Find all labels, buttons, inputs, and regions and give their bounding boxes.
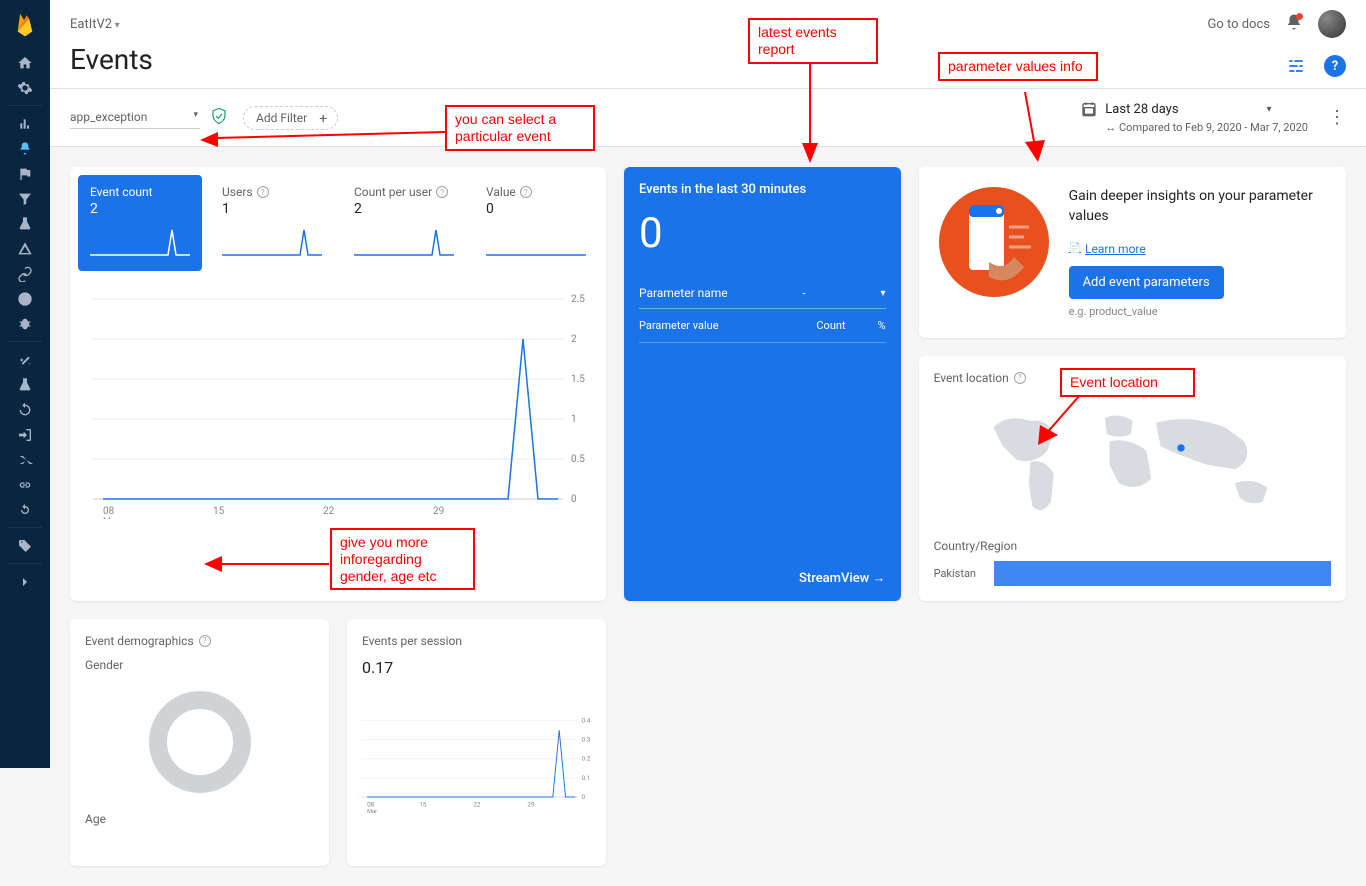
firebase-logo[interactable]: [0, 0, 50, 50]
svg-text:2: 2: [571, 334, 577, 345]
sidebar-funnel-icon[interactable]: [0, 186, 50, 211]
svg-text:0.5: 0.5: [571, 454, 585, 465]
svg-text:29: 29: [527, 800, 535, 808]
parameter-name-select[interactable]: Parameter name - ▾: [639, 278, 886, 309]
main-line-chart: 2.5 2 1.5 1 0.5 0 08 15 22 29 Mar: [70, 279, 606, 538]
svg-text:0.3: 0.3: [581, 735, 590, 743]
add-filter-button[interactable]: Add Filter: [243, 106, 338, 130]
realtime-title: Events in the last 30 minutes: [639, 182, 886, 197]
project-selector[interactable]: EatItV2: [70, 17, 120, 32]
gender-label: Gender: [85, 658, 314, 672]
realtime-count: 0: [639, 209, 886, 258]
svg-text:0: 0: [571, 494, 577, 505]
annotation-select-event: you can select a particular event: [445, 105, 595, 151]
event-demographics-card: Event demographics ? Gender Age: [70, 619, 329, 866]
svg-text:Mar: Mar: [103, 517, 119, 519]
svg-text:0.2: 0.2: [581, 754, 590, 762]
sidebar-sync-icon[interactable]: [0, 397, 50, 422]
svg-text:1.5: 1.5: [571, 374, 585, 385]
svg-text:22: 22: [323, 506, 335, 517]
header: EatItV2 Go to docs Events ?: [50, 0, 1366, 88]
add-event-parameters-button[interactable]: Add event parameters: [1069, 266, 1224, 299]
sidebar-analytics-icon[interactable]: [0, 111, 50, 136]
metric-count-per-user[interactable]: Count per user ? 2: [342, 175, 466, 271]
svg-text:0.4: 0.4: [581, 716, 590, 724]
sidebar-wand-icon[interactable]: [0, 347, 50, 372]
sidebar-tag-icon[interactable]: [0, 533, 50, 558]
svg-text:Mar: Mar: [367, 809, 377, 815]
country-row: Pakistan: [934, 561, 1331, 586]
svg-text:1: 1: [571, 414, 577, 425]
sidebar-clock-icon[interactable]: [0, 286, 50, 311]
svg-text:15: 15: [419, 800, 427, 808]
sidebar-flag-icon[interactable]: [0, 161, 50, 186]
sidebar-shuffle-icon[interactable]: [0, 447, 50, 472]
example-text: e.g. product_value: [1069, 305, 1326, 318]
date-range-picker[interactable]: Last 28 days ▾ Compared to Feb 9, 2020 -…: [1081, 101, 1308, 134]
metric-users[interactable]: Users ? 1: [210, 175, 334, 271]
sidebar-chain-icon[interactable]: [0, 472, 50, 497]
parameter-insights-card: Gain deeper insights on your parameter v…: [919, 167, 1346, 338]
sidebar-events-icon[interactable]: [0, 136, 50, 161]
svg-text:29: 29: [433, 506, 444, 517]
more-menu-icon[interactable]: ⋮: [1328, 107, 1346, 128]
event-select[interactable]: app_exception: [70, 106, 200, 129]
country-region-header: Country/Region: [934, 539, 1331, 553]
learn-more-link[interactable]: Learn more: [1069, 242, 1146, 256]
annotation-event-location: Event location: [1060, 368, 1195, 397]
realtime-events-card: Events in the last 30 minutes 0 Paramete…: [624, 167, 901, 601]
sidebar-debug-icon[interactable]: [0, 311, 50, 336]
events-per-session-card: Events per session 0.17 0.4 0.3 0.2 0.1 …: [347, 619, 606, 866]
phone-illustration-icon: [939, 187, 1049, 297]
shield-icon: [210, 107, 228, 129]
annotation-demographics: give you more inforegarding gender, age …: [330, 528, 475, 590]
sidebar-refresh-icon[interactable]: [0, 497, 50, 522]
parameter-table-header: Parameter value Count %: [639, 309, 886, 343]
help-icon[interactable]: ?: [1324, 55, 1346, 77]
svg-text:15: 15: [213, 506, 225, 517]
sidebar-login-icon[interactable]: [0, 422, 50, 447]
svg-text:08: 08: [367, 800, 375, 808]
insights-title: Gain deeper insights on your parameter v…: [1069, 187, 1326, 226]
svg-text:2.5: 2.5: [571, 294, 585, 305]
user-avatar[interactable]: [1318, 10, 1346, 38]
sidebar-expand-icon[interactable]: [0, 569, 50, 594]
page-title: Events: [70, 43, 1346, 88]
world-map[interactable]: [934, 395, 1331, 525]
date-range-label: Last 28 days: [1105, 102, 1178, 117]
sidebar-beaker-icon[interactable]: [0, 236, 50, 261]
go-to-docs-link[interactable]: Go to docs: [1207, 17, 1270, 32]
sidebar-flask-icon[interactable]: [0, 372, 50, 397]
session-label: Events per session: [362, 634, 591, 648]
demographics-label: Event demographics ?: [85, 634, 314, 648]
svg-text:0.1: 0.1: [581, 773, 590, 781]
filter-bar: app_exception Add Filter Last 28 days ▾ …: [50, 88, 1366, 147]
sidebar: [0, 0, 50, 768]
sidebar-home-icon[interactable]: [0, 50, 50, 75]
session-value: 0.17: [362, 658, 591, 677]
sidebar-settings-icon[interactable]: [0, 75, 50, 100]
session-chart: 0.4 0.3 0.2 0.1 0 08 15 22 29 Mar: [362, 677, 591, 847]
date-compare-label: Compared to Feb 9, 2020 - Mar 7, 2020: [1105, 121, 1308, 134]
annotation-latest-events: latest events report: [748, 18, 878, 64]
svg-text:22: 22: [473, 800, 481, 808]
sidebar-link-icon[interactable]: [0, 261, 50, 286]
svg-text:0: 0: [581, 793, 585, 801]
svg-text:08: 08: [103, 506, 115, 517]
sidebar-lab-icon[interactable]: [0, 211, 50, 236]
notifications-icon[interactable]: [1285, 13, 1303, 35]
stream-view-link[interactable]: StreamView: [639, 420, 886, 586]
gender-donut-chart: [145, 687, 255, 797]
metric-event-count[interactable]: Event count 2: [78, 175, 202, 271]
metric-value[interactable]: Value ? 0: [474, 175, 598, 271]
customize-icon[interactable]: [1286, 56, 1306, 76]
annotation-param-info: parameter values info: [938, 52, 1098, 81]
age-label: Age: [85, 812, 314, 826]
